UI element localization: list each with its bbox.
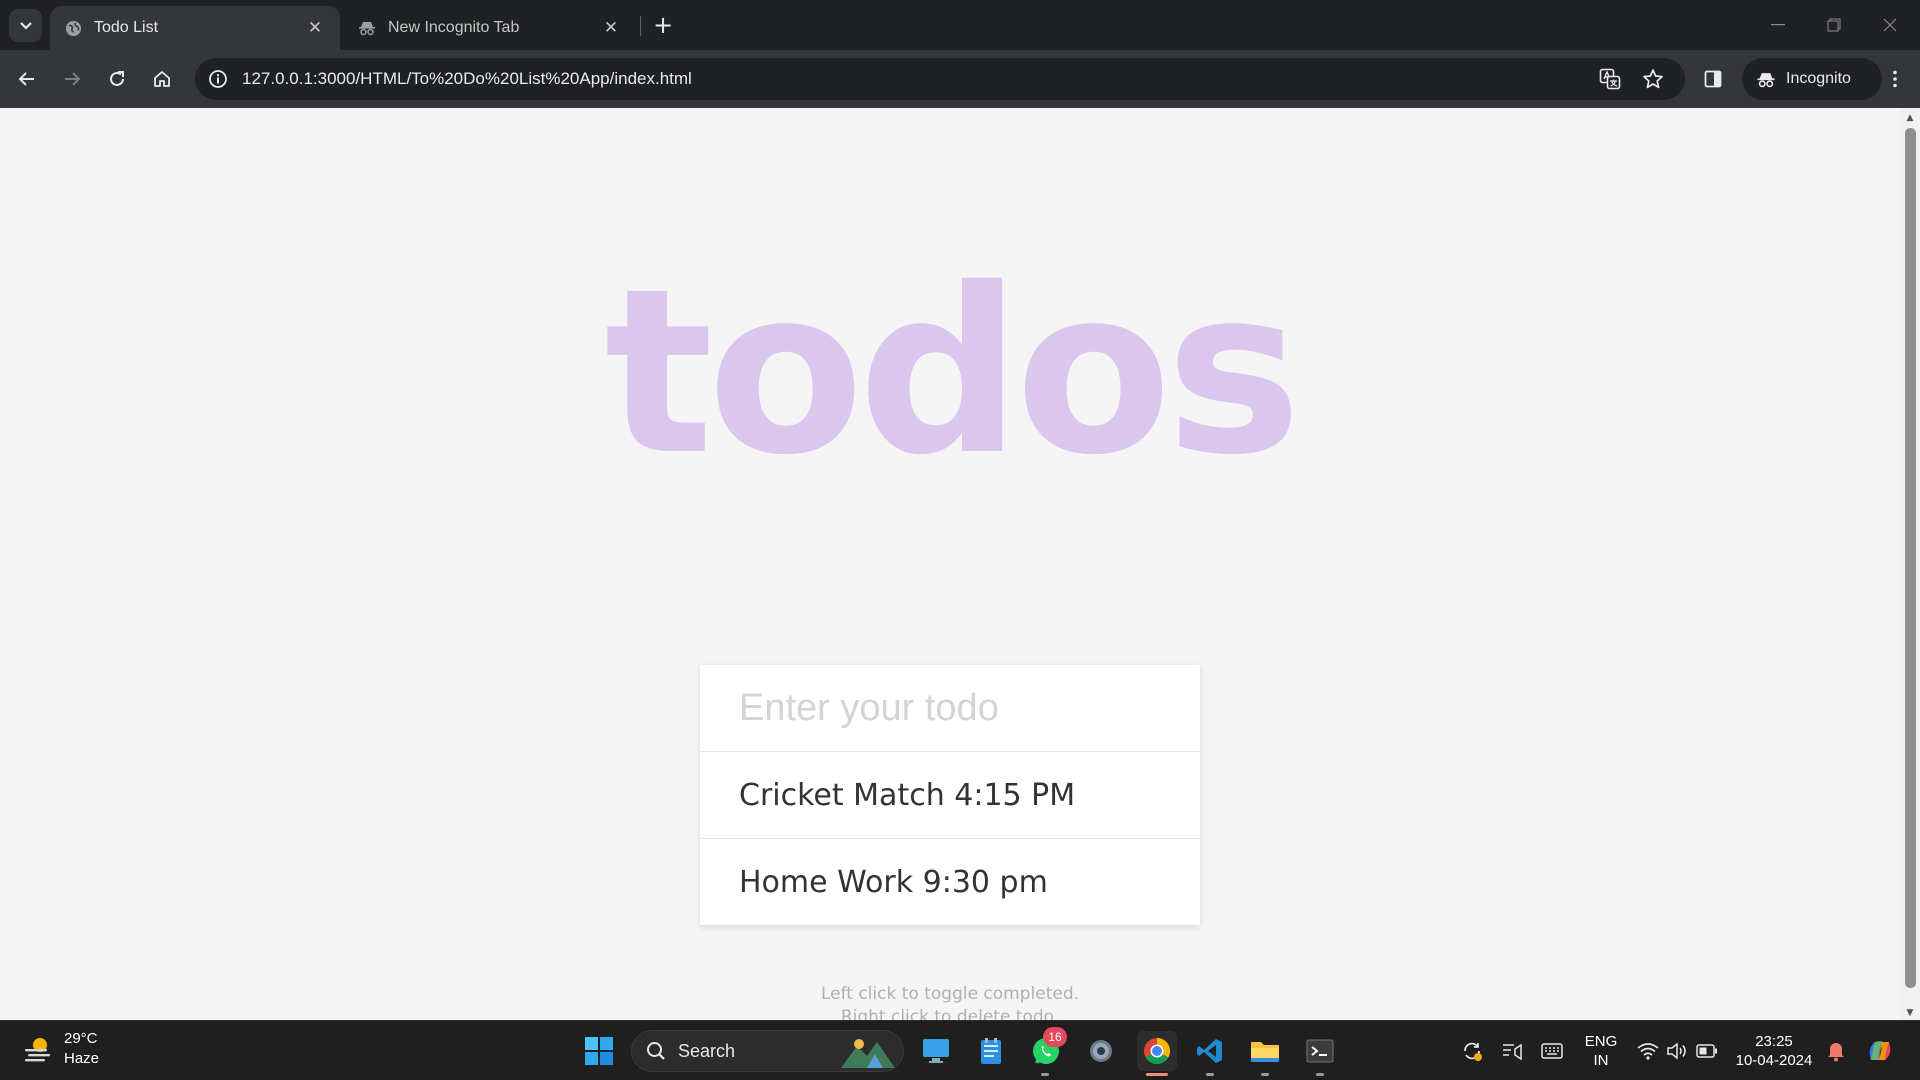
tab-strip: Todo List ✕ New Incognito Tab ✕ +: [0, 0, 1920, 50]
weather-widget[interactable]: 29°C Haze: [22, 1029, 99, 1069]
incognito-icon: [358, 19, 376, 37]
whatsapp-badge: 16: [1043, 1027, 1067, 1047]
address-bar[interactable]: 127.0.0.1:3000/HTML/To%20Do%20List%20App…: [195, 58, 1685, 100]
windows-logo-icon: [585, 1037, 613, 1065]
side-panel-button[interactable]: [1695, 61, 1731, 97]
clock-date: 10-04-2024: [1735, 1052, 1813, 1069]
weather-temp: 29°C: [64, 1030, 98, 1047]
more-vertical-icon: [1893, 70, 1897, 88]
todo-item[interactable]: Cricket Match 4:15 PM: [700, 751, 1200, 838]
tab-title: Todo List: [94, 19, 159, 36]
incognito-profile-button[interactable]: Incognito: [1742, 58, 1882, 100]
close-window-button[interactable]: [1862, 0, 1918, 50]
scroll-up-arrow-icon[interactable]: ▲: [1904, 113, 1916, 123]
settings-icon[interactable]: [1083, 1033, 1119, 1069]
reload-button[interactable]: [99, 61, 135, 97]
browser-menu-button[interactable]: [1880, 61, 1910, 97]
url-text: 127.0.0.1:3000/HTML/To%20Do%20List%20App…: [242, 69, 692, 88]
notification-bell-icon[interactable]: [1818, 1033, 1854, 1069]
reload-icon: [110, 71, 124, 86]
site-info-icon[interactable]: [205, 66, 231, 92]
todo-input[interactable]: [700, 665, 1200, 751]
minimize-button[interactable]: [1750, 0, 1806, 50]
incognito-icon: [1757, 72, 1775, 87]
search-label: Search: [678, 1040, 736, 1061]
globe-icon: [64, 19, 82, 37]
bookmark-star-icon[interactable]: [1640, 66, 1666, 92]
copilot-icon[interactable]: [1862, 1033, 1898, 1069]
restore-button[interactable]: [1806, 0, 1862, 50]
active-indicator: [1146, 1073, 1168, 1076]
sync-icon[interactable]: [1454, 1033, 1490, 1069]
taskbar-search[interactable]: Search: [631, 1030, 904, 1072]
battery-icon[interactable]: [1689, 1033, 1725, 1069]
language-line1: ENG: [1584, 1033, 1618, 1050]
file-explorer-icon[interactable]: [1247, 1033, 1283, 1069]
clock[interactable]: 23:25 10-04-2024: [1734, 1032, 1814, 1070]
hint-delete: Right click to delete todo.: [840, 1007, 1060, 1020]
close-tab-icon[interactable]: ✕: [600, 17, 622, 39]
running-indicator: [1316, 1073, 1324, 1076]
vscode-icon[interactable]: [1192, 1033, 1228, 1069]
arrow-left-icon: [18, 72, 34, 86]
language-line2: IN: [1593, 1052, 1609, 1069]
terminal-icon[interactable]: [1302, 1033, 1338, 1069]
start-button[interactable]: [581, 1033, 617, 1069]
chat-icon[interactable]: [1494, 1033, 1530, 1069]
keyboard-icon[interactable]: [1534, 1033, 1570, 1069]
todo-item[interactable]: Home Work 9:30 pm: [700, 838, 1200, 925]
windows-taskbar: 29°C Haze Search 16 ENG IN 23:25 10-04-2…: [0, 1020, 1920, 1080]
page-scrollbar[interactable]: ▲ ▼: [1900, 108, 1920, 1020]
chrome-taskbar-button[interactable]: [1137, 1031, 1177, 1071]
chrome-icon: [1144, 1037, 1171, 1065]
close-tab-icon[interactable]: ✕: [304, 17, 326, 39]
home-icon: [154, 71, 170, 87]
new-tab-button[interactable]: +: [648, 10, 678, 40]
minimize-icon: [1771, 24, 1785, 26]
running-indicator: [1206, 1073, 1214, 1076]
notepad-icon[interactable]: [973, 1033, 1009, 1069]
back-button[interactable]: [9, 61, 45, 97]
forward-button[interactable]: [54, 61, 90, 97]
running-indicator: [1041, 1073, 1049, 1076]
hint-toggle: Left click to toggle completed.: [820, 984, 1080, 1004]
translate-icon[interactable]: [1597, 66, 1623, 92]
clock-time: 23:25: [1755, 1033, 1793, 1050]
tab-title: New Incognito Tab: [388, 19, 520, 36]
search-highlight-icon: [841, 1039, 895, 1068]
chevron-down-icon: [19, 21, 32, 30]
page-viewport: todos Cricket Match 4:15 PM Home Work 9:…: [0, 108, 1900, 1020]
language-indicator[interactable]: ENG IN: [1580, 1032, 1622, 1070]
restore-icon: [1827, 18, 1841, 32]
close-icon: [1883, 18, 1897, 32]
desktop-app-icon[interactable]: [918, 1033, 954, 1069]
todo-card: Cricket Match 4:15 PM Home Work 9:30 pm: [700, 665, 1200, 925]
scroll-down-arrow-icon[interactable]: ▼: [1904, 1008, 1916, 1018]
tab-search-button[interactable]: [9, 9, 42, 42]
tab-new-incognito[interactable]: New Incognito Tab ✕: [344, 6, 636, 50]
browser-toolbar: 127.0.0.1:3000/HTML/To%20Do%20List%20App…: [0, 50, 1920, 108]
side-panel-icon: [1704, 70, 1722, 88]
home-button[interactable]: [144, 61, 180, 97]
weather-haze-icon: [25, 1038, 50, 1062]
profile-label: Incognito: [1786, 70, 1851, 87]
app-title: todos: [604, 239, 1301, 505]
running-indicator: [1261, 1073, 1269, 1076]
tab-todo-list[interactable]: Todo List ✕: [50, 6, 340, 50]
scroll-thumb[interactable]: [1905, 128, 1916, 988]
arrow-right-icon: [65, 72, 81, 86]
search-icon: [647, 1042, 665, 1060]
weather-condition: Haze: [64, 1050, 100, 1067]
tab-divider: [640, 16, 641, 36]
